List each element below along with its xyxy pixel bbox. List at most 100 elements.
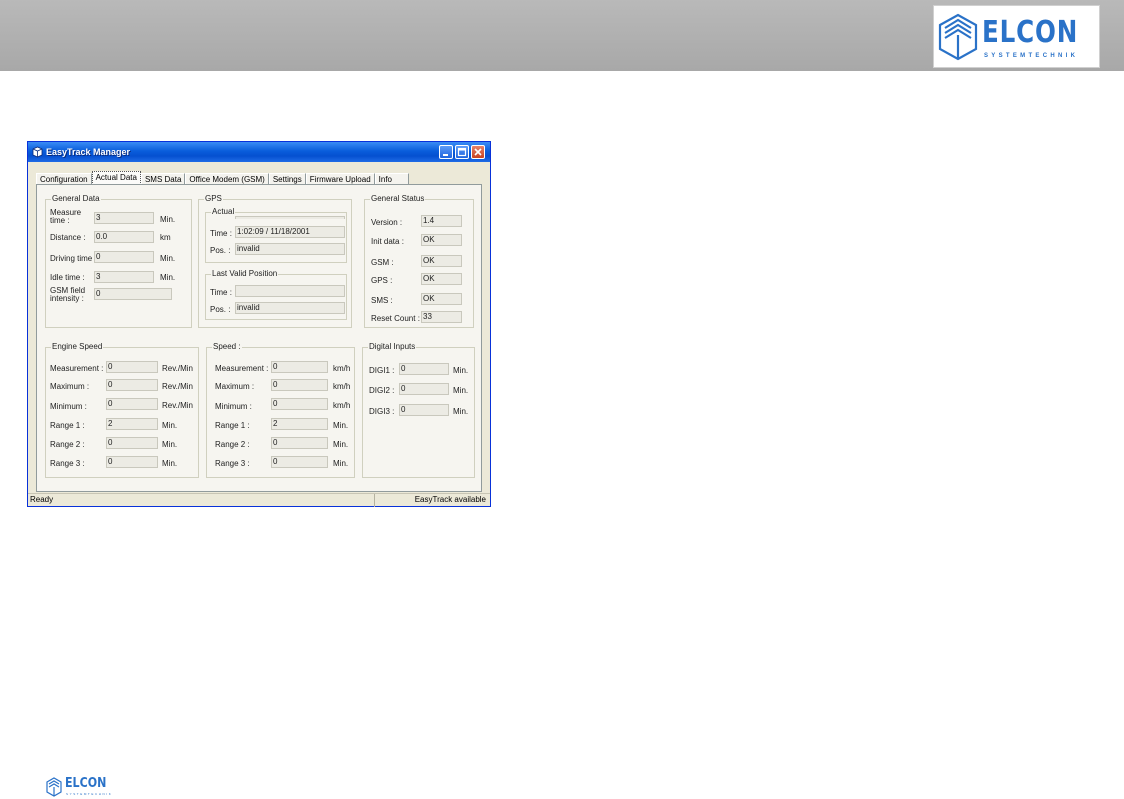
group-title: General Data — [51, 194, 101, 204]
group-title: Engine Speed — [51, 342, 104, 352]
engine-measurement-unit: Rev./Min — [162, 364, 193, 373]
status-left-text: Ready — [30, 495, 54, 504]
engine-measurement-label: Measurement : — [50, 364, 104, 373]
version-field: 1.4 — [421, 215, 462, 227]
gps-last-time-field — [235, 285, 345, 297]
speed-range3-label: Range 3 : — [215, 459, 250, 468]
sms-status-label: SMS : — [371, 296, 393, 305]
group-title: General Status — [370, 194, 426, 204]
group-title: Last Valid Position — [211, 269, 279, 279]
engine-minimum-field: 0 — [106, 398, 158, 410]
distance-unit: km — [160, 233, 171, 242]
digi2-field: 0 — [399, 383, 449, 395]
driving-time-field: 0 — [94, 251, 154, 263]
speed-range3-field: 0 — [271, 456, 328, 468]
elcon-cube-icon — [938, 13, 978, 61]
engine-range2-field: 0 — [106, 437, 158, 449]
gps-actual-time-field: 1:02:09 / 11/18/2001 — [235, 226, 345, 238]
app-icon — [32, 146, 43, 158]
group-title: Speed : — [212, 342, 242, 352]
driving-time-label: Driving time : — [50, 254, 97, 263]
gps-last-pos-field: invalid — [235, 302, 345, 314]
easytrack-window: EasyTrack Manager Configuration Actual D… — [27, 141, 491, 507]
minimize-icon — [443, 154, 448, 156]
gps-status-label: GPS : — [371, 276, 393, 285]
digi3-label: DIGI3 : — [369, 407, 395, 416]
close-button[interactable] — [471, 145, 485, 159]
status-right-pane: EasyTrack available — [374, 494, 490, 507]
engine-minimum-unit: Rev./Min — [162, 401, 193, 410]
idle-time-label: Idle time : — [50, 273, 85, 282]
init-data-field: OK — [421, 234, 462, 246]
gps-actual-time-label: Time : — [210, 229, 232, 238]
engine-range1-unit: Min. — [162, 421, 178, 430]
general-status-group: General Status Version : 1.4 Init data :… — [364, 194, 474, 328]
engine-maximum-label: Maximum : — [50, 382, 90, 391]
speed-group: Speed : Measurement : 0 km/h Maximum : 0… — [206, 342, 355, 478]
engine-range2-label: Range 2 : — [50, 440, 85, 449]
speed-measurement-field: 0 — [271, 361, 328, 373]
status-right-text: EasyTrack available — [414, 495, 486, 504]
speed-range2-unit: Min. — [333, 440, 349, 449]
idle-time-field: 3 — [94, 271, 154, 283]
footer-logo: ELCON SYSTEMTECHNIK — [45, 776, 125, 798]
speed-range1-label: Range 1 : — [215, 421, 250, 430]
speed-maximum-label: Maximum : — [215, 382, 255, 391]
group-title: GPS — [204, 194, 223, 204]
engine-speed-group: Engine Speed Measurement : 0 Rev./Min Ma… — [45, 342, 199, 478]
gsm-field-label-2: intensity : — [50, 294, 84, 303]
engine-range3-unit: Min. — [162, 459, 178, 468]
reset-count-label: Reset Count : — [371, 314, 420, 323]
logo-subtitle: SYSTEMTECHNIK — [984, 53, 1079, 59]
speed-range1-unit: Min. — [333, 421, 349, 430]
maximize-button[interactable] — [455, 145, 469, 159]
digi3-field: 0 — [399, 404, 449, 416]
engine-maximum-field: 0 — [106, 379, 158, 391]
maximize-icon — [457, 147, 467, 157]
reset-count-field: 33 — [421, 311, 462, 323]
idle-time-unit: Min. — [160, 273, 176, 282]
distance-label: Distance : — [50, 233, 86, 242]
slide-header: ELCON SYSTEMTECHNIK — [0, 0, 1124, 71]
gps-actual-pos-label: Pos. : — [210, 246, 231, 255]
speed-maximum-field: 0 — [271, 379, 328, 391]
engine-range1-label: Range 1 : — [50, 421, 85, 430]
tab-actual-data[interactable]: Actual Data — [91, 171, 141, 185]
engine-range3-label: Range 3 : — [50, 459, 85, 468]
digi1-field: 0 — [399, 363, 449, 375]
elcon-logo: ELCON SYSTEMTECHNIK — [933, 5, 1100, 68]
speed-range2-field: 0 — [271, 437, 328, 449]
titlebar[interactable]: EasyTrack Manager — [28, 142, 490, 162]
gps-status-field: OK — [421, 273, 462, 285]
engine-maximum-unit: Rev./Min — [162, 382, 193, 391]
engine-range2-unit: Min. — [162, 440, 178, 449]
minimize-button[interactable] — [439, 145, 453, 159]
gps-group: GPS Actual Time : 1:02:09 / 11/18/2001 P… — [198, 194, 352, 328]
digi1-label: DIGI1 : — [369, 366, 395, 375]
init-data-label: Init data : — [371, 237, 404, 246]
tab-strip: Configuration Actual Data SMS Data Offic… — [36, 171, 409, 185]
footer-cube-icon — [46, 777, 62, 797]
gps-actual-pos-field: invalid — [235, 243, 345, 255]
engine-range1-field: 2 — [106, 418, 158, 430]
distance-field: 0.0 — [94, 231, 154, 243]
gps-last-pos-label: Pos. : — [210, 305, 231, 314]
footer-logo-subtitle: SYSTEMTECHNIK — [66, 792, 113, 796]
digi2-unit: Min. — [453, 386, 469, 395]
speed-maximum-unit: km/h — [333, 382, 351, 391]
speed-range1-field: 2 — [271, 418, 328, 430]
gsm-status-label: GSM : — [371, 258, 394, 267]
group-title: Actual — [211, 207, 236, 217]
speed-minimum-unit: km/h — [333, 401, 351, 410]
gsm-field-intensity-field: 0 — [94, 288, 172, 300]
speed-range3-unit: Min. — [333, 459, 349, 468]
engine-range3-field: 0 — [106, 456, 158, 468]
speed-measurement-unit: km/h — [333, 364, 351, 373]
sms-status-field: OK — [421, 293, 462, 305]
engine-minimum-label: Minimum : — [50, 402, 87, 411]
gps-actual-spacer — [235, 216, 345, 219]
speed-minimum-label: Minimum : — [215, 402, 252, 411]
speed-measurement-label: Measurement : — [215, 364, 269, 373]
general-data-group: General Data Measure time : 3 Min. Dista… — [45, 194, 192, 328]
version-label: Version : — [371, 218, 403, 227]
